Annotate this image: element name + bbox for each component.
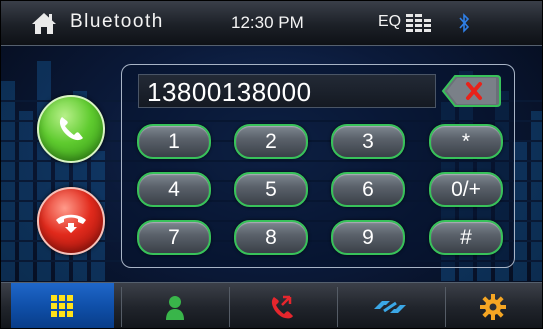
app-title: Bluetooth (70, 11, 164, 32)
bluetooth-icon (459, 13, 470, 33)
settings-gear-icon (480, 294, 506, 320)
home-icon[interactable] (31, 11, 57, 35)
key-hash[interactable]: # (429, 220, 503, 255)
phone-hangup-icon (56, 214, 86, 233)
key-9[interactable]: 9 (331, 220, 405, 255)
key-5[interactable]: 5 (234, 172, 308, 207)
tab-contacts[interactable] (122, 283, 228, 328)
key-star[interactable]: * (429, 124, 503, 159)
phone-answer-icon (59, 117, 83, 141)
bottom-tab-bar (1, 282, 542, 328)
contacts-person-icon (166, 296, 184, 320)
keypad-grid-icon (51, 295, 73, 317)
equalizer-icon[interactable] (406, 14, 432, 32)
backspace-button[interactable] (441, 73, 501, 109)
pair-link-icon (374, 301, 406, 313)
car-bluetooth-dialer-screen: Bluetooth 12:30 PM EQ 13800138000 1 2 3 … (0, 0, 543, 329)
tab-call-log[interactable] (230, 283, 336, 328)
key-3[interactable]: 3 (331, 124, 405, 159)
eq-label[interactable]: EQ (378, 13, 401, 31)
call-log-phone-icon (271, 295, 293, 319)
tab-pairing[interactable] (338, 283, 444, 328)
key-0-plus[interactable]: 0/+ (429, 172, 503, 207)
tab-settings[interactable] (446, 283, 542, 328)
key-2[interactable]: 2 (234, 124, 308, 159)
answer-call-button[interactable] (37, 95, 105, 163)
key-4[interactable]: 4 (137, 172, 211, 207)
tab-keypad[interactable] (11, 283, 114, 328)
key-6[interactable]: 6 (331, 172, 405, 207)
key-1[interactable]: 1 (137, 124, 211, 159)
dialed-number-display: 13800138000 (138, 74, 436, 108)
clock-time: 12:30 PM (231, 13, 304, 32)
hangup-call-button[interactable] (37, 187, 105, 255)
key-8[interactable]: 8 (234, 220, 308, 255)
key-7[interactable]: 7 (137, 220, 211, 255)
status-bar: Bluetooth 12:30 PM EQ (1, 1, 542, 46)
